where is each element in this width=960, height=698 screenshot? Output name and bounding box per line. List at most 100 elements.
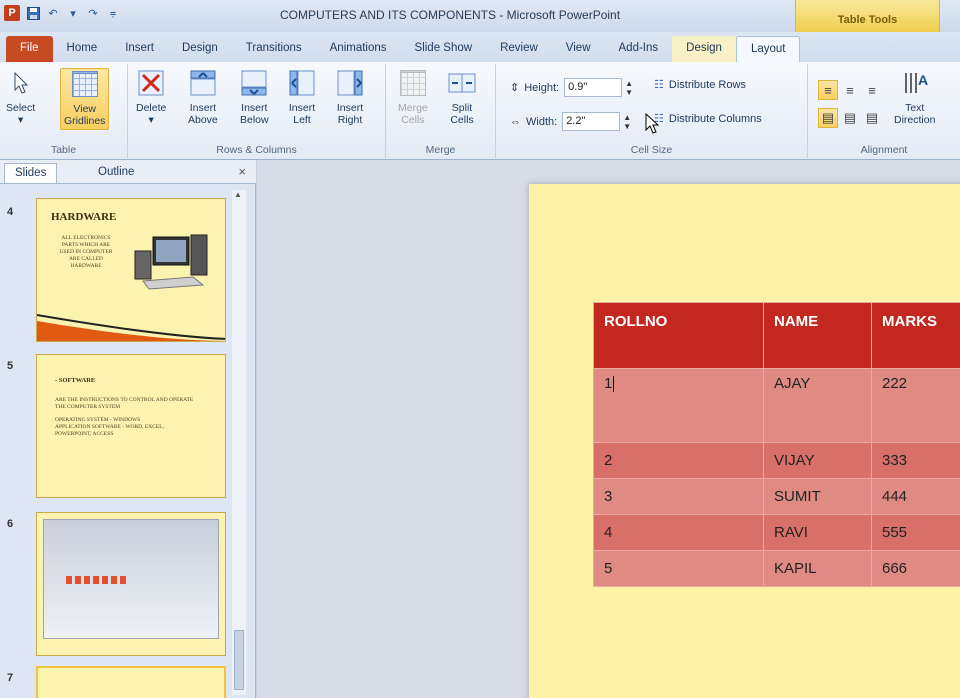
cursor-arrow-icon xyxy=(7,68,35,98)
thumb-4-title: HARDWARE xyxy=(51,211,117,223)
thumb-5-line: POWERPOINT, ACCESS xyxy=(55,431,114,437)
slides-pane: Slides Outline × 4 HARDWARE ALL ELECTRON… xyxy=(0,160,256,698)
table-cell[interactable]: 3 xyxy=(593,478,764,515)
table-cell[interactable]: RAVI xyxy=(763,514,872,551)
undo-dropdown-icon[interactable]: ▾ xyxy=(66,6,80,20)
slide-thumbnail-7[interactable] xyxy=(36,666,226,698)
width-value: 2.2" xyxy=(566,115,586,127)
select-button[interactable]: Select ▾ xyxy=(6,68,35,126)
table-cell[interactable]: AJAY xyxy=(763,368,872,443)
table-cell[interactable]: 1 xyxy=(593,368,764,443)
tab-slide-show[interactable]: Slide Show xyxy=(401,36,487,62)
align-center-icon[interactable]: ≡ xyxy=(840,80,860,100)
tab-outline[interactable]: Outline xyxy=(88,163,144,183)
align-top-icon[interactable]: ▤ xyxy=(818,108,838,128)
table-cell[interactable]: 2 xyxy=(593,442,764,479)
align-middle-icon[interactable]: ▤ xyxy=(840,108,860,128)
insert-left-label-1: Insert xyxy=(288,102,316,114)
slide-number-5: 5 xyxy=(7,360,14,372)
group-alignment-label: Alignment xyxy=(860,144,908,156)
customize-qat-icon[interactable]: ⩦ xyxy=(106,6,120,20)
merge-cells-icon xyxy=(399,68,427,98)
height-input[interactable]: 0.9" ▲ ▼ xyxy=(564,78,633,97)
redo-icon[interactable]: ↷ xyxy=(86,6,100,20)
table-header[interactable]: NAME xyxy=(763,302,872,369)
slide-thumbnail-6[interactable] xyxy=(36,512,226,656)
insert-right-button[interactable]: Insert Right xyxy=(336,68,364,126)
group-merge: Merge Cells Split Cells Merge xyxy=(386,64,496,158)
table-cell[interactable]: 666 xyxy=(871,550,960,587)
tab-transitions[interactable]: Transitions xyxy=(232,36,316,62)
close-pane-icon[interactable]: × xyxy=(238,164,246,179)
text-direction-button[interactable]: A Text Direction xyxy=(894,68,935,126)
column-width-icon: ⇔ xyxy=(510,115,521,128)
current-slide[interactable]: ROLLNO NAME MARKS 1 AJAY 222 2 VIJAY 333… xyxy=(529,184,960,698)
table-cell[interactable]: 555 xyxy=(871,514,960,551)
split-cells-label-2: Cells xyxy=(450,114,474,126)
undo-icon[interactable]: ↶ xyxy=(46,6,60,20)
tab-review[interactable]: Review xyxy=(486,36,552,62)
align-right-icon[interactable]: ≡ xyxy=(862,80,882,100)
distribute-rows-icon: ☷ xyxy=(654,79,664,91)
merge-cells-button[interactable]: Merge Cells xyxy=(398,68,428,126)
align-left-icon[interactable]: ≡ xyxy=(818,80,838,100)
thumb-4-line: HARDWARE xyxy=(70,263,102,269)
tab-design[interactable]: Design xyxy=(168,36,232,62)
distribute-columns-button[interactable]: ☷ Distribute Columns xyxy=(654,112,762,126)
align-bottom-icon[interactable]: ▤ xyxy=(862,108,882,128)
row-height-icon: ⇕ xyxy=(510,82,520,94)
group-table: Select ▾ View Gridlines Table xyxy=(0,64,128,158)
table-cell[interactable]: 222 xyxy=(871,368,960,443)
tab-add-ins[interactable]: Add-Ins xyxy=(605,36,673,62)
height-row: ⇕ Height: 0.9" ▲ ▼ xyxy=(510,78,633,97)
table-tools-label: Table Tools xyxy=(837,14,898,26)
tab-table-layout[interactable]: Layout xyxy=(735,36,801,62)
data-table[interactable]: ROLLNO NAME MARKS 1 AJAY 222 2 VIJAY 333… xyxy=(593,302,960,587)
save-icon[interactable] xyxy=(26,6,40,20)
slide-editor: ROLLNO NAME MARKS 1 AJAY 222 2 VIJAY 333… xyxy=(257,160,960,698)
thumb-5-line: OPERATING SYSTEM - WINDOWS xyxy=(55,417,141,423)
table-header[interactable]: MARKS xyxy=(871,302,960,369)
table-cell[interactable]: 4 xyxy=(593,514,764,551)
distribute-rows-button[interactable]: ☷ Distribute Rows xyxy=(654,78,746,92)
powerpoint-app-icon[interactable]: P xyxy=(4,5,20,21)
view-gridlines-button[interactable]: View Gridlines xyxy=(60,68,110,130)
computer-image xyxy=(134,234,208,290)
slide-thumbnail-5[interactable]: - SOFTWARE ARE THE INSTRUCTIONS TO CONTR… xyxy=(36,354,226,498)
table-cell[interactable]: SUMIT xyxy=(763,478,872,515)
insert-above-button[interactable]: Insert Above xyxy=(188,68,218,126)
width-row: ⇔ Width: 2.2" ▲ ▼ xyxy=(510,112,631,131)
table-cell[interactable]: 444 xyxy=(871,478,960,515)
thumb-5-line: APPLICATION SOFTWARE - WORD, EXCEL, xyxy=(55,424,164,430)
merge-cells-label-2: Cells xyxy=(401,114,425,126)
height-spin-icon[interactable]: ▲ ▼ xyxy=(625,79,633,97)
pane-scrollbar[interactable]: ▲ xyxy=(232,190,246,695)
text-direction-icon: A xyxy=(901,68,929,98)
slide-thumbnail-4[interactable]: HARDWARE ALL ELECTRONICS PARTS WHICH ARE… xyxy=(36,198,226,342)
tab-table-design[interactable]: Design xyxy=(672,36,736,62)
thumb-4-line: ALL ELECTRONICS xyxy=(61,235,111,241)
scroll-up-icon[interactable]: ▲ xyxy=(234,190,242,199)
insert-below-button[interactable]: Insert Below xyxy=(240,68,269,126)
tab-file[interactable]: File xyxy=(6,36,53,62)
text-cursor xyxy=(613,376,615,393)
width-spin-icon[interactable]: ▲ ▼ xyxy=(623,113,631,131)
tab-animations[interactable]: Animations xyxy=(316,36,401,62)
height-label: Height: xyxy=(524,81,560,94)
table-cell[interactable]: 5 xyxy=(593,550,764,587)
split-cells-button[interactable]: Split Cells xyxy=(448,68,476,126)
tab-insert[interactable]: Insert xyxy=(111,36,168,62)
tab-home[interactable]: Home xyxy=(53,36,112,62)
thumb-5-line: ARE THE INSTRUCTIONS TO CONTROL AND OPER… xyxy=(55,397,194,403)
table-cell[interactable]: KAPIL xyxy=(763,550,872,587)
scrollbar-thumb[interactable] xyxy=(234,630,244,690)
quick-access-toolbar: P ↶ ▾ ↷ ⩦ xyxy=(4,5,120,21)
width-input[interactable]: 2.2" ▲ ▼ xyxy=(562,112,631,131)
insert-left-button[interactable]: Insert Left xyxy=(288,68,316,126)
table-cell[interactable]: 333 xyxy=(871,442,960,479)
table-header[interactable]: ROLLNO xyxy=(593,302,764,369)
table-cell[interactable]: VIJAY xyxy=(763,442,872,479)
tab-slides[interactable]: Slides xyxy=(4,163,58,183)
tab-view[interactable]: View xyxy=(552,36,605,62)
delete-button[interactable]: Delete ▾ xyxy=(136,68,166,126)
